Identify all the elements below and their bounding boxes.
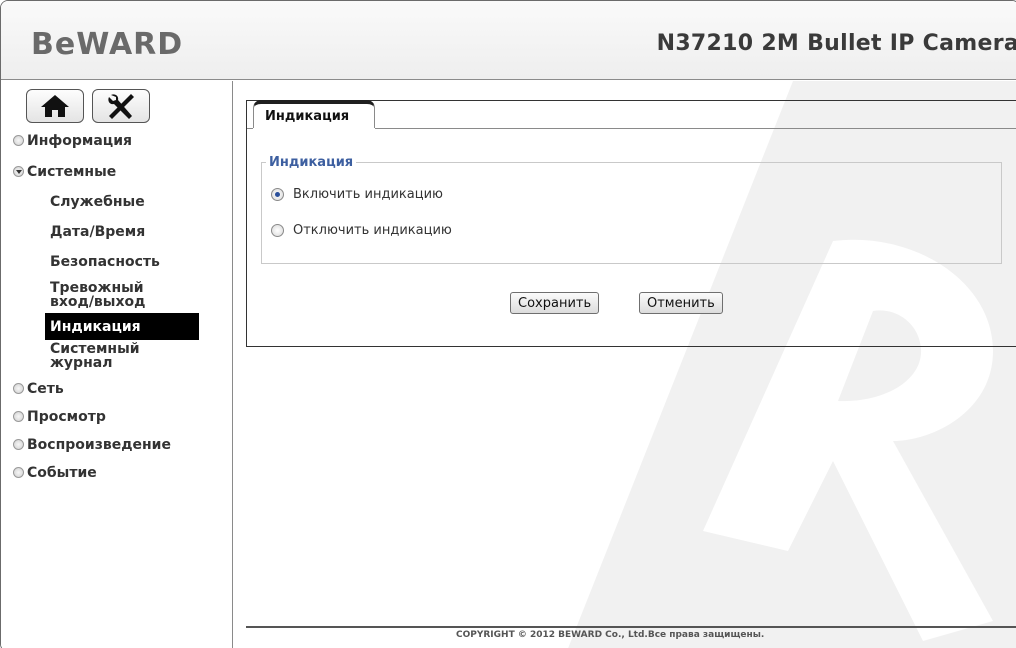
- bullet-icon: [13, 439, 24, 450]
- settings-panel: Индикация Индикация Включить индикацию О…: [246, 100, 1016, 347]
- copyright-text: COPYRIGHT © 2012 BEWARD Co., Ltd.Все пра…: [456, 630, 765, 640]
- tab-underline: [247, 128, 253, 129]
- bullet-icon: [13, 383, 24, 394]
- section-label: Просмотр: [27, 408, 106, 425]
- sidebar-section-system[interactable]: Системные: [1, 159, 233, 184]
- tab-indication[interactable]: Индикация: [253, 100, 375, 128]
- sidebar-section-view[interactable]: Просмотр: [1, 404, 233, 429]
- beward-logo[interactable]: BeWARD: [31, 27, 183, 62]
- tools-icon: [108, 94, 134, 119]
- sidebar-item-security[interactable]: Безопасность: [1, 247, 233, 277]
- sidebar-menu: Информация Системные Служебные Дата/Врем…: [1, 128, 233, 485]
- sidebar-item-alarm-io[interactable]: Тревожный вход/выход: [1, 277, 233, 313]
- section-label: Информация: [27, 132, 132, 149]
- sidebar-section-network[interactable]: Сеть: [1, 376, 233, 401]
- section-label: Сеть: [27, 380, 64, 397]
- home-icon: [41, 95, 69, 117]
- sidebar-item-service[interactable]: Служебные: [1, 187, 233, 217]
- option-disable-indication[interactable]: Отключить индикацию: [271, 223, 452, 238]
- sidebar-section-playback[interactable]: Воспроизведение: [1, 432, 233, 457]
- section-label: Системные: [27, 163, 117, 180]
- save-button[interactable]: Сохранить: [510, 292, 600, 314]
- option-label: Включить индикацию: [293, 187, 443, 202]
- tab-underline: [375, 128, 1016, 129]
- section-label: Воспроизведение: [27, 436, 171, 453]
- expand-arrow-icon: [13, 166, 24, 177]
- sidebar-section-info[interactable]: Информация: [1, 128, 233, 153]
- header: BeWARD N37210 2M Bullet IP Camera: [1, 1, 1016, 80]
- group-legend: Индикация: [269, 155, 354, 170]
- sidebar: Информация Системные Служебные Дата/Врем…: [1, 81, 233, 648]
- radio-checked-icon[interactable]: [271, 188, 284, 201]
- sidebar-item-indication[interactable]: Индикация: [45, 313, 199, 340]
- cancel-button[interactable]: Отменить: [639, 292, 723, 314]
- footer-divider: [246, 626, 1016, 628]
- app-window: BeWARD N37210 2M Bullet IP Camera Информ…: [0, 0, 1016, 648]
- option-enable-indication[interactable]: Включить индикацию: [271, 187, 443, 202]
- bullet-icon: [13, 411, 24, 422]
- sidebar-item-datetime[interactable]: Дата/Время: [1, 217, 233, 247]
- home-button[interactable]: [26, 89, 84, 123]
- indication-group: Индикация: [261, 155, 1002, 264]
- camera-model-title: N37210 2M Bullet IP Camera: [656, 31, 1016, 56]
- radio-unchecked-icon[interactable]: [271, 224, 284, 237]
- section-label: Событие: [27, 464, 97, 481]
- sidebar-item-system-log[interactable]: Системный журнал: [1, 340, 233, 376]
- settings-button[interactable]: [92, 89, 150, 123]
- sidebar-section-event[interactable]: Событие: [1, 460, 233, 485]
- bullet-icon: [13, 467, 24, 478]
- option-label: Отключить индикацию: [293, 223, 452, 238]
- bullet-icon: [13, 135, 24, 146]
